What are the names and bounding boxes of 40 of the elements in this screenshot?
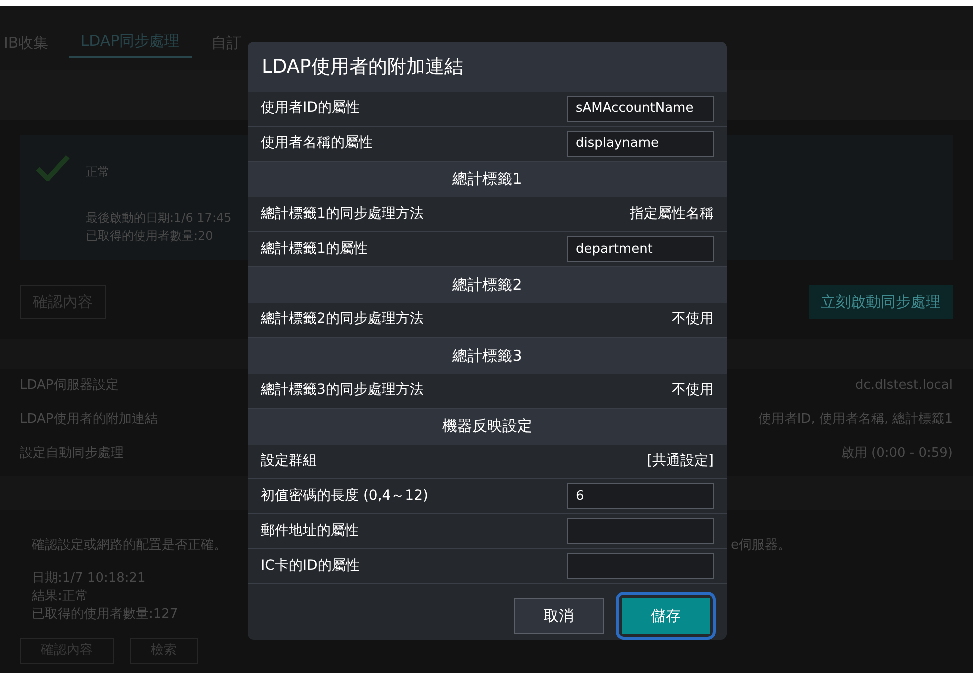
check-icon (36, 155, 70, 181)
cancel-button[interactable]: 取消 (514, 598, 604, 634)
date-text: 日期:1/7 10:18:21 (32, 570, 146, 588)
field-value: 不使用 (672, 310, 714, 330)
message-text: 確認設定或網路的配置是否正確。 (32, 537, 227, 555)
message-text: e伺服器。 (731, 537, 791, 555)
input-field[interactable] (567, 518, 714, 544)
section-header: 總計標籤3 (248, 338, 727, 374)
field-label: 使用者ID的屬性 (261, 99, 360, 118)
field-value: [共通設定] (647, 452, 714, 471)
field-value: 不使用 (672, 381, 714, 400)
field-label: 初值密碼的長度 (0,4～12) (261, 486, 428, 506)
user-count-text: 已取得的使用者數量:127 (32, 606, 178, 624)
setting-label[interactable]: LDAP使用者的附加連結 (20, 410, 158, 430)
field-label: 總計標籤3的同步處理方法 (261, 381, 424, 400)
field-label: 總計標籤1的同步處理方法 (261, 204, 424, 224)
setting-label[interactable]: LDAP伺服器設定 (20, 376, 119, 396)
dialog-title: LDAP使用者的附加連結 (248, 42, 727, 92)
input-field[interactable]: sAMAccountName (567, 96, 714, 122)
save-button[interactable]: 儲存 (622, 598, 710, 634)
field-label: 使用者名稱的屬性 (261, 134, 373, 154)
field-label: 設定群組 (261, 452, 317, 471)
input-field[interactable]: 6 (567, 483, 714, 510)
field-label: 郵件地址的屬性 (261, 522, 359, 541)
field-label: IC卡的ID的屬性 (261, 556, 360, 576)
field-label: 總計標籤2的同步處理方法 (261, 310, 424, 330)
sync-now-button[interactable]: 立刻啟動同步處理 (809, 285, 953, 319)
input-field[interactable]: department (567, 236, 714, 262)
setting-value: dc.dlstest.local (855, 377, 953, 396)
input-field[interactable] (567, 553, 714, 580)
setting-label[interactable]: 設定自動同步處理 (20, 444, 124, 464)
input-field[interactable]: displayname (567, 130, 714, 157)
section-header: 總計標籤2 (248, 267, 727, 304)
setting-value: 啟用 (0:00 - 0:59) (841, 445, 953, 464)
section-header: 機器反映設定 (248, 408, 727, 444)
result-text: 結果:正常 (32, 588, 88, 606)
setting-value: 使用者ID, 使用者名稱, 總計標籤1 (758, 411, 953, 430)
field-value: 指定屬性名稱 (630, 204, 714, 224)
section-header: 總計標籤1 (248, 162, 727, 198)
field-label: 總計標籤1的屬性 (261, 240, 368, 259)
